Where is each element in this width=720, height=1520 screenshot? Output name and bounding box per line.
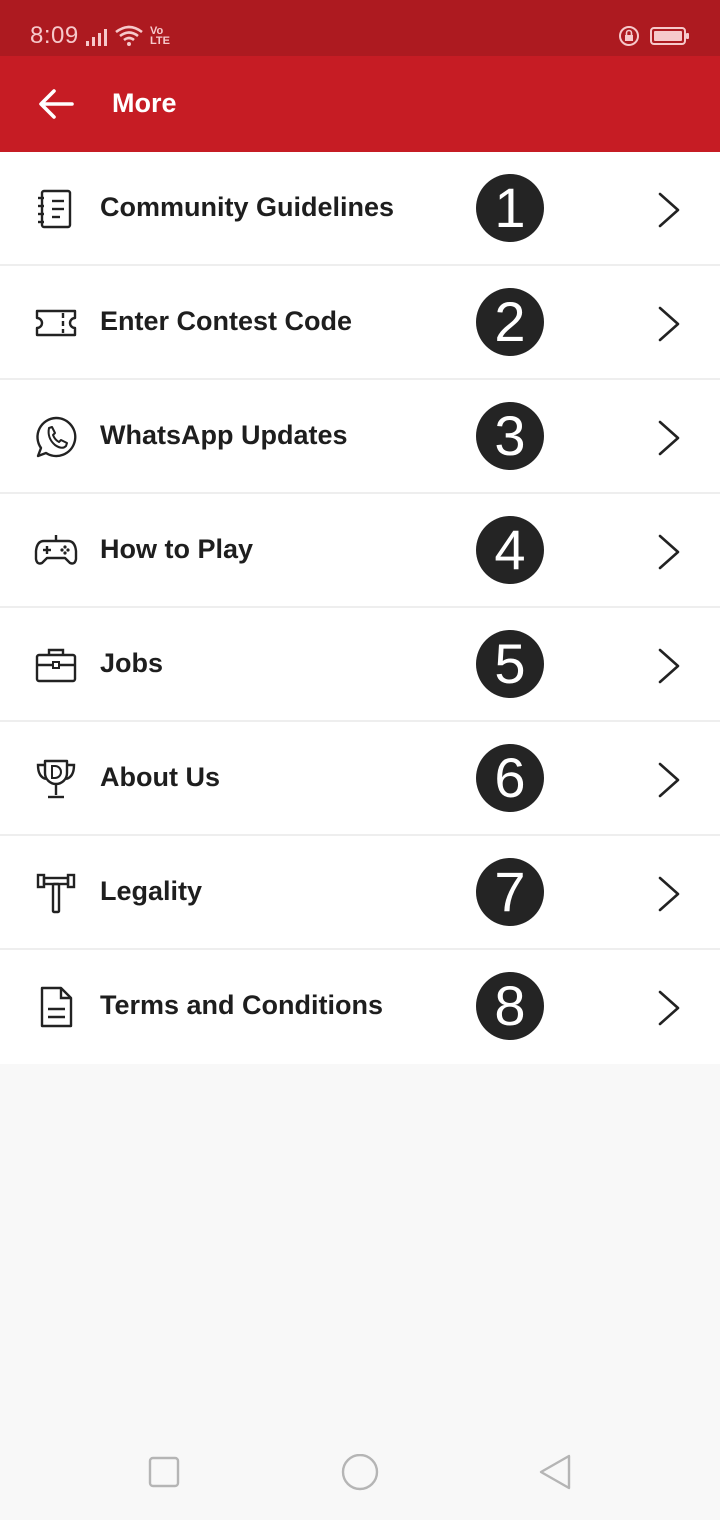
rotation-lock-icon xyxy=(619,26,639,46)
status-right-icons xyxy=(618,25,690,47)
menu-item-label: Legality xyxy=(100,876,203,906)
number-badge: 7 xyxy=(476,858,544,926)
back-triangle-icon xyxy=(539,1454,571,1490)
document-icon xyxy=(40,986,73,1028)
app-bar: More xyxy=(0,56,720,152)
system-back-button[interactable] xyxy=(536,1454,576,1494)
menu-item-how-to-play[interactable]: How to Play 4 xyxy=(0,494,720,608)
page-title: More xyxy=(112,88,177,118)
menu-item-about-us[interactable]: About Us 6 xyxy=(0,722,720,836)
menu-item-community-guidelines[interactable]: Community Guidelines 1 xyxy=(0,152,720,266)
chevron-right-icon xyxy=(658,990,680,1026)
home-circle-icon xyxy=(341,1453,379,1491)
menu-item-label: Enter Contest Code xyxy=(100,306,353,336)
notebook-icon xyxy=(38,189,72,229)
ticket-icon xyxy=(35,309,77,337)
briefcase-icon xyxy=(35,648,77,683)
chevron-right-icon xyxy=(658,648,680,684)
number-badge: 4 xyxy=(476,516,544,584)
chevron-right-icon xyxy=(658,534,680,570)
chevron-right-icon xyxy=(658,420,680,456)
status-time: 8:09 xyxy=(30,22,79,49)
menu-item-label: Terms and Conditions xyxy=(100,990,384,1020)
recents-square-icon xyxy=(148,1456,180,1488)
chevron-right-icon xyxy=(658,876,680,912)
gavel-icon xyxy=(36,873,76,914)
status-bar: 8:09 Vo LTE xyxy=(0,0,720,56)
chevron-right-icon xyxy=(658,762,680,798)
menu-item-label: About Us xyxy=(100,762,220,792)
menu-list: Community Guidelines 1 Enter Contest Cod… xyxy=(0,152,720,1064)
battery-icon xyxy=(650,27,689,45)
number-badge: 1 xyxy=(476,174,544,242)
gamepad-icon xyxy=(34,535,78,565)
menu-item-terms-and-conditions[interactable]: Terms and Conditions 8 xyxy=(0,950,720,1064)
number-badge: 8 xyxy=(476,972,544,1040)
menu-item-label: Jobs xyxy=(100,648,164,678)
menu-item-label: How to Play xyxy=(100,534,254,564)
number-badge: 6 xyxy=(476,744,544,812)
chevron-right-icon xyxy=(658,192,680,228)
menu-item-enter-contest-code[interactable]: Enter Contest Code 2 xyxy=(0,266,720,380)
status-left-icons: Vo LTE xyxy=(86,24,170,47)
arrow-left-icon xyxy=(39,89,74,119)
system-nav-bar xyxy=(0,1424,720,1520)
number-badge: 5 xyxy=(476,630,544,698)
chevron-right-icon xyxy=(658,306,680,342)
menu-item-legality[interactable]: Legality 7 xyxy=(0,836,720,950)
whatsapp-icon xyxy=(36,416,77,458)
menu-item-jobs[interactable]: Jobs 5 xyxy=(0,608,720,722)
number-badge: 3 xyxy=(476,402,544,470)
menu-item-whatsapp-updates[interactable]: WhatsApp Updates 3 xyxy=(0,380,720,494)
menu-item-label: WhatsApp Updates xyxy=(100,420,348,450)
signal-icon xyxy=(86,29,107,46)
recents-button[interactable] xyxy=(144,1454,184,1494)
home-button[interactable] xyxy=(340,1453,380,1494)
wifi-icon xyxy=(115,25,143,46)
menu-item-label: Community Guidelines xyxy=(100,192,395,222)
back-button[interactable] xyxy=(34,84,78,124)
trophy-icon xyxy=(36,759,76,799)
volte-icon: Vo LTE xyxy=(150,25,170,47)
number-badge: 2 xyxy=(476,288,544,356)
